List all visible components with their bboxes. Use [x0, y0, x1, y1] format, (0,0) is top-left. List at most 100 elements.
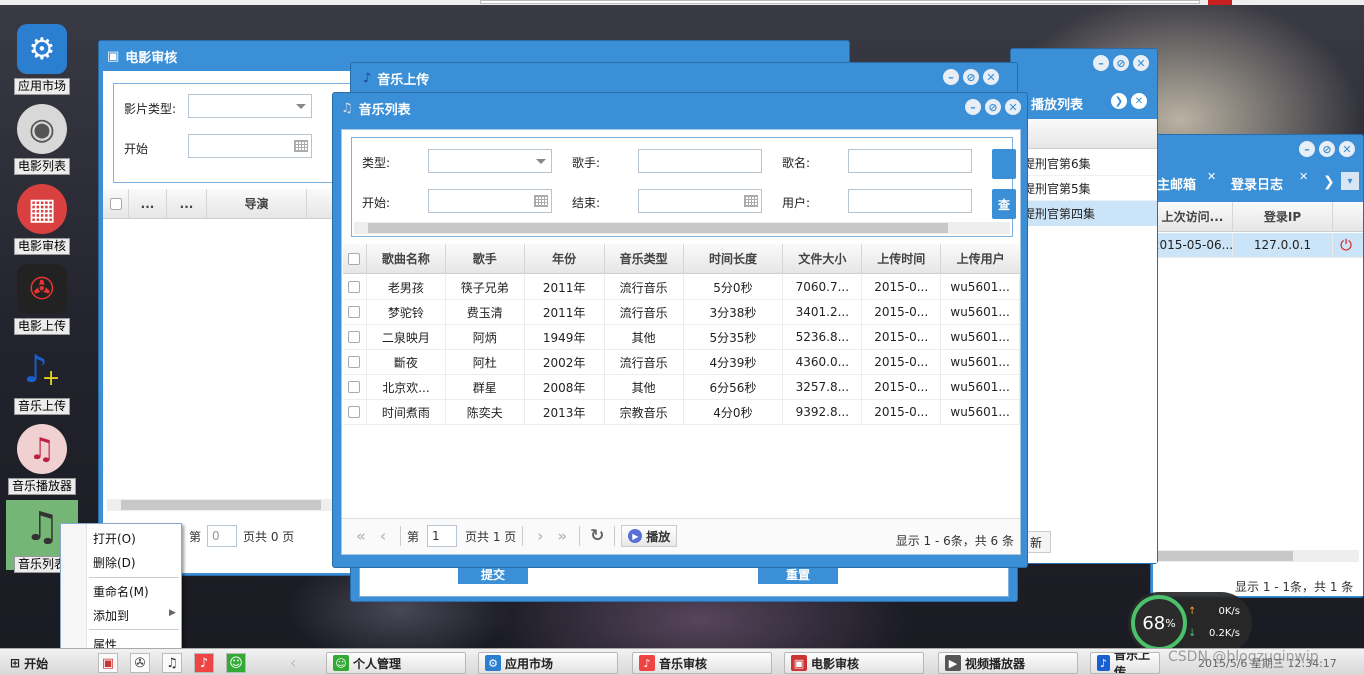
restore-icon[interactable]: ⊘ [1113, 55, 1129, 71]
tab-login-log[interactable]: 登录日志 [1231, 174, 1283, 193]
start-button[interactable]: ⊞ 开始 [4, 652, 54, 674]
menu-item-rename[interactable]: 重命名(M) [93, 583, 149, 600]
row-checkbox[interactable] [343, 350, 367, 374]
type-select[interactable] [428, 149, 552, 173]
minimize-icon[interactable]: – [965, 99, 981, 115]
row-checkbox[interactable] [343, 400, 367, 424]
tab-close-icon[interactable]: ✕ [1299, 170, 1308, 183]
horizontal-scrollbar[interactable] [354, 222, 1010, 234]
tab-close-icon[interactable]: ✕ [1207, 170, 1216, 183]
taskbar-item-app-market[interactable]: ⚙ 应用市场 [478, 652, 618, 674]
table-row[interactable]: 老男孩 筷子兄弟 2011年 流行音乐 5分0秒 7060.7... 2015-0... wu… [343, 275, 1021, 300]
close-icon[interactable]: ✕ [1133, 55, 1149, 71]
table-row[interactable]: 时间煮雨 陈奕夫 2013年 宗教音乐 4分0秒 9392.8... 2015-0... wu… [343, 400, 1021, 425]
taskbar-item-music-review[interactable]: ♪ 音乐审核 [632, 652, 772, 674]
taskbar-item-music-upload[interactable]: ♪ 音乐上传 [1090, 652, 1160, 674]
next-page-icon[interactable]: › [529, 525, 551, 547]
film-icon[interactable]: ▣ [98, 653, 118, 673]
desktop-icon-movie-review[interactable]: ▦ 电影审核 [6, 182, 78, 260]
close-icon[interactable]: ✕ [1131, 93, 1147, 109]
film-type-select[interactable] [188, 94, 312, 118]
close-icon[interactable]: ✕ [1005, 99, 1021, 115]
music-player-icon[interactable]: ♪ [194, 653, 214, 673]
row-checkbox[interactable] [343, 325, 367, 349]
tab-mailbox[interactable]: 主邮箱 [1157, 174, 1196, 193]
close-icon[interactable]: ✕ [983, 69, 999, 85]
query-button-top[interactable] [992, 149, 1016, 179]
gauge-percent: 68 [1142, 612, 1166, 634]
column-header[interactable]: 年份 [525, 244, 605, 273]
restore-icon[interactable]: ⊘ [1319, 141, 1335, 157]
table-row[interactable]: 斷夜 阿杜 2002年 流行音乐 4分39秒 4360.0... 2015-0... wu56… [343, 350, 1021, 375]
restore-icon[interactable]: ⊘ [985, 99, 1001, 115]
power-icon[interactable]: ⏻ [1333, 233, 1359, 257]
desktop-icon-movie-list[interactable]: ◉ 电影列表 [6, 102, 78, 180]
column-header[interactable]: 导演 [207, 189, 307, 218]
table-row[interactable]: 2015-05-06... 127.0.0.1 ⏻ [1153, 233, 1363, 258]
menu-item-add-to[interactable]: 添加到 [93, 607, 129, 624]
user-icon[interactable]: ☺ [226, 653, 246, 673]
chevron-right-icon[interactable]: ❯ [1111, 93, 1127, 109]
table-cell: wu5601... [941, 325, 1021, 349]
page-input[interactable]: 1 [427, 525, 458, 547]
column-header[interactable]: 文件大小 [783, 244, 863, 273]
chevron-right-icon[interactable]: ❯ [1323, 174, 1335, 190]
horizontal-scrollbar[interactable] [107, 499, 333, 511]
table-row[interactable]: 二泉映月 阿炳 1949年 其他 5分35秒 5236.8... 2015-0... wu56… [343, 325, 1021, 350]
pager-total: 页共 1 页 [465, 529, 517, 544]
menu-item-open[interactable]: 打开(O) [93, 530, 136, 547]
first-page-icon[interactable]: « [350, 525, 372, 547]
select-all-checkbox[interactable] [343, 244, 367, 273]
search-button[interactable]: 查 [992, 189, 1016, 219]
list-item[interactable]: 提刑官第四集 [1013, 201, 1157, 226]
column-header[interactable]: 歌曲名称 [367, 244, 446, 273]
column-header[interactable]: ... [167, 189, 207, 218]
row-checkbox[interactable] [343, 275, 367, 299]
refresh-icon[interactable]: ↻ [586, 525, 608, 547]
taskbar-item-movie-review[interactable]: ▣ 电影审核 [784, 652, 924, 674]
row-checkbox[interactable] [343, 375, 367, 399]
desktop-icon-music-upload[interactable]: ♪ + 音乐上传 [6, 342, 78, 420]
close-icon[interactable]: ✕ [1339, 141, 1355, 157]
singer-input[interactable] [638, 149, 762, 173]
taskbar-item-personal[interactable]: ☺ 个人管理 [326, 652, 466, 674]
music-note-icon[interactable]: ♫ [162, 653, 182, 673]
list-item[interactable]: 提刑官第6集 [1013, 151, 1157, 176]
horizontal-scrollbar[interactable] [1153, 550, 1359, 562]
desktop-icon-app-market[interactable]: ⚙ 应用市场 [6, 22, 78, 100]
taskbar-item-video-player[interactable]: ▶ 视频播放器 [938, 652, 1078, 674]
column-header[interactable]: ... [129, 189, 167, 218]
song-name-input[interactable] [848, 149, 972, 173]
last-page-icon[interactable]: » [551, 525, 573, 547]
prev-page-icon[interactable]: ‹ [372, 525, 394, 547]
menu-item-delete[interactable]: 删除(D) [93, 554, 136, 571]
speed-gauge[interactable]: 68% ↑ 0K/s ↓ 0.2K/s [1128, 592, 1252, 654]
column-header[interactable]: 上传用户 [941, 244, 1020, 273]
calendar-icon[interactable] [294, 140, 308, 152]
list-item[interactable]: 提刑官第5集 [1013, 176, 1157, 201]
calendar-icon[interactable] [744, 195, 758, 207]
column-header[interactable]: 登录IP [1233, 202, 1333, 231]
table-row[interactable]: 梦驼铃 费玉清 2011年 流行音乐 3分38秒 3401.2... 2015-0... wu… [343, 300, 1021, 325]
column-header[interactable]: 音乐类型 [605, 244, 684, 273]
column-header[interactable]: 上传时间 [862, 244, 942, 273]
page-input[interactable]: 0 [207, 525, 238, 547]
minimize-icon[interactable]: – [1093, 55, 1109, 71]
select-all-checkbox[interactable] [103, 189, 129, 218]
chevron-down-icon[interactable]: ▾ [1341, 172, 1359, 190]
calendar-icon[interactable] [534, 195, 548, 207]
chevron-left-icon[interactable]: ‹ [290, 653, 296, 672]
row-checkbox[interactable] [343, 300, 367, 324]
restore-icon[interactable]: ⊘ [963, 69, 979, 85]
desktop-icon-movie-upload[interactable]: ✇ 电影上传 [6, 262, 78, 340]
table-row[interactable]: 北京欢... 群星 2008年 其他 6分56秒 3257.8... 2015-0... wu… [343, 375, 1021, 400]
column-header[interactable]: 时间长度 [684, 244, 784, 273]
column-header[interactable]: 上次访问... [1153, 202, 1233, 231]
minimize-icon[interactable]: – [943, 69, 959, 85]
column-header[interactable]: 歌手 [446, 244, 525, 273]
user-input[interactable] [848, 189, 972, 213]
minimize-icon[interactable]: – [1299, 141, 1315, 157]
film-reel-icon[interactable]: ✇ [130, 653, 150, 673]
play-button[interactable]: ▶ 播放 [621, 525, 678, 547]
desktop-icon-music-player[interactable]: ♫ 音乐播放器 [6, 422, 78, 500]
